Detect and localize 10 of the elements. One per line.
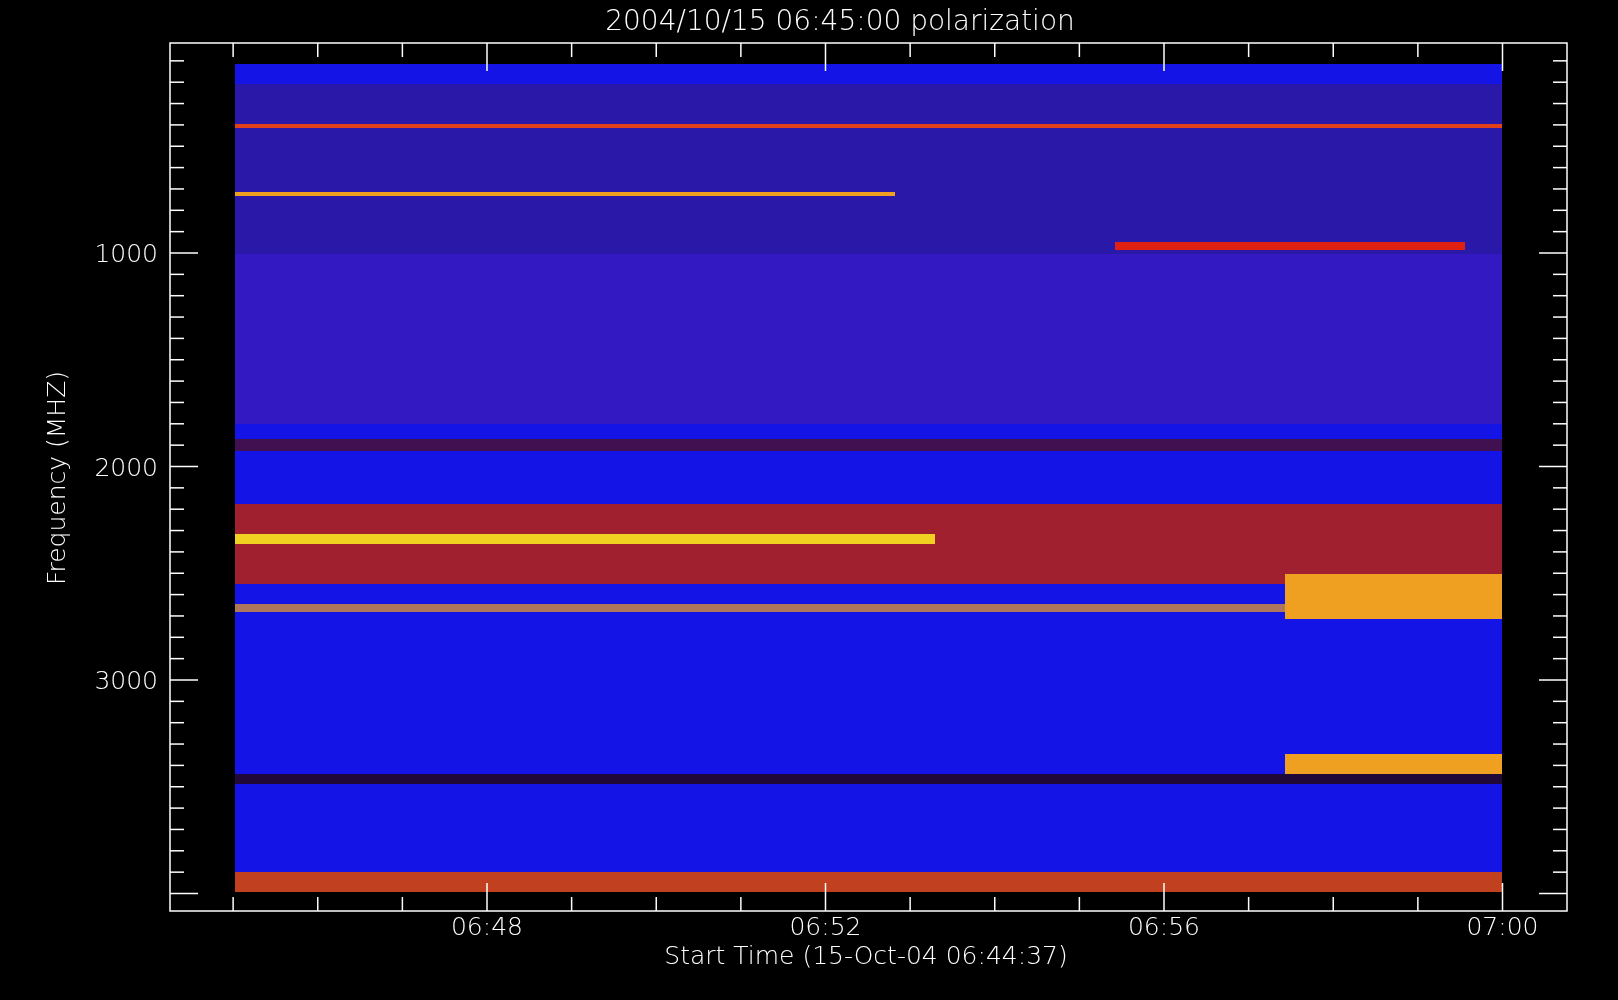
- y-tick-label: 3000: [94, 666, 158, 695]
- x-tick-label: 06:48: [451, 912, 523, 941]
- x-tick-label: 07:00: [1466, 912, 1539, 941]
- x-tick-label: 06:56: [1128, 912, 1200, 941]
- x-axis-title: Start Time (15-Oct-04 06:44:37): [664, 941, 1068, 970]
- y-tick-label: 1000: [94, 239, 158, 268]
- x-tick-label: 06:52: [789, 912, 862, 941]
- chart-title: 2004/10/15 06:45:00 polarization: [605, 4, 1075, 37]
- y-tick-label: 2000: [94, 452, 158, 482]
- y-axis-title: Frequency (MHZ): [42, 370, 71, 586]
